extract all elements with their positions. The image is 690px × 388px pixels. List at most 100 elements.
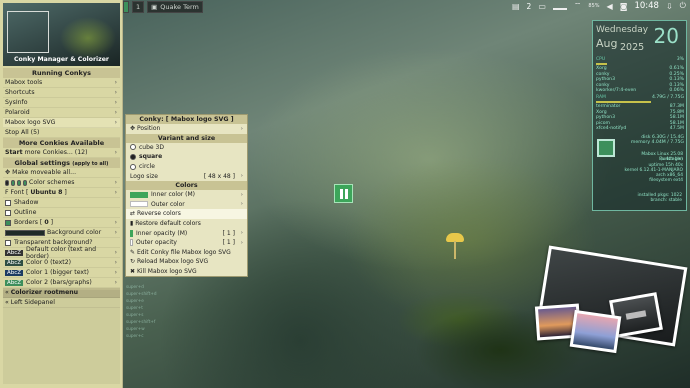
chevron-right-icon: › [114, 99, 117, 106]
variant-cube-3d[interactable]: cube 3D [126, 143, 247, 153]
chevron-right-icon: › [240, 191, 243, 198]
outer-opacity-item[interactable]: Outer opacity [ 1 ] › [126, 238, 247, 248]
panel-banner: Conky Manager & Colorizer [3, 3, 120, 66]
download-icon[interactable]: ⇩ [666, 2, 673, 11]
shortcut-line: super+e [126, 298, 144, 303]
menu-item-polaroid[interactable]: Polaroid › [3, 108, 120, 118]
cpu-label: CPU [596, 57, 606, 62]
panel-menu: Running Conkys Mabox tools › Shortcuts › S… [3, 68, 120, 308]
menu-item-shortcuts[interactable]: Shortcuts › [3, 88, 120, 98]
logo-size-label: Logo size [130, 172, 158, 180]
menu-item-label: Color 0 (text2) [26, 259, 72, 266]
menu-item-mabox-tools[interactable]: Mabox tools › [3, 78, 120, 88]
workspace-indicator[interactable] [123, 1, 129, 13]
sysinfo-line: filesystem ext4 [649, 178, 683, 184]
make-moveable-all[interactable]: ✥ Make moveable all... [3, 168, 120, 178]
font-icon: F [5, 189, 9, 196]
speaker-icon[interactable]: ◀ [607, 2, 613, 11]
conky-footer: installed pkgs: 1022 branch: stable [638, 193, 682, 203]
color-default[interactable]: AbcZ Default color (text and border) › [3, 246, 120, 260]
shortcut-line: super+s [126, 312, 144, 317]
menu-item-label: Inner color (M) [151, 191, 195, 199]
monitor-icon[interactable]: ▭ [538, 2, 546, 11]
wifi-icon[interactable]: ⌔ [574, 1, 582, 11]
borders-label: Borders [ [14, 219, 43, 226]
shortcut-line: super+t [126, 305, 143, 310]
inner-opacity-item[interactable]: Inner opacity (M) [ 1 ] › [126, 228, 247, 238]
global-settings-note: (apply to all) [72, 161, 109, 167]
background-swatch [5, 229, 45, 236]
variant-square[interactable]: square [126, 152, 247, 162]
cpu-value: 3% [676, 57, 684, 62]
conky-sysinfo: Mabox Linux 25.08 (unstable) 8x 4th-gen … [618, 152, 683, 184]
menu-item-label: Reverse colors [136, 210, 181, 218]
color-0[interactable]: AbcZ Color 0 (text2) › [3, 258, 120, 268]
workspace-count[interactable]: 2 [527, 2, 532, 11]
mabox-logo-conky[interactable] [334, 184, 353, 203]
font-setting[interactable]: F Font [ Ubuntu 8 ] › [3, 188, 120, 198]
background-color-setting[interactable]: Background color › [3, 228, 120, 238]
start-more-conkies[interactable]: Start more Conkies... (12) › [3, 148, 120, 158]
menu-item-label: Make moveable all... [12, 169, 77, 176]
color-schemes[interactable]: Color schemes › [3, 178, 120, 188]
power-icon[interactable]: ⏻ [680, 1, 686, 11]
proc-val: 0.06% [669, 87, 684, 93]
checkbox-icon [5, 219, 11, 226]
opacity-icon [130, 239, 133, 247]
color-1[interactable]: AbcZ Color 1 (bigger text) › [3, 268, 120, 278]
inner-color-item[interactable]: Inner color (M) › [126, 190, 247, 200]
chevron-right-icon: › [240, 230, 243, 237]
menu-item-label: Mabox logo SVG [5, 119, 56, 126]
logo-size-item[interactable]: Logo size [ 48 x 48 ] › [126, 171, 247, 181]
proc-name: kworker/7:4-even [596, 87, 637, 93]
menu-item-mabox-logo-svg[interactable]: Mabox logo SVG › [3, 118, 120, 128]
chevron-right-icon: › [240, 125, 243, 132]
borders-bracket: ] [50, 219, 54, 226]
sysinfo-conky: Wednesday Aug 2025 20 CPU 3% Xorg 0.61% co… [592, 20, 687, 211]
shadow-checkbox[interactable]: Shadow [3, 198, 120, 208]
restore-icon: ▮ [130, 220, 134, 228]
outline-checkbox[interactable]: Outline [3, 208, 120, 218]
reverse-colors-item[interactable]: ⇄ Reverse colors [126, 209, 247, 219]
scheme-dot [23, 179, 27, 186]
borders-setting[interactable]: Borders [ 0 ] › [3, 218, 120, 228]
workspace-button[interactable]: 1 [132, 1, 145, 13]
position-item[interactable]: ✥ Position › [126, 124, 247, 134]
kill-item[interactable]: ✖ Kill Mabox logo SVG [126, 267, 247, 277]
quake-term-button[interactable]: ▣ Quake Term [147, 1, 203, 13]
banner-caption: Conky Manager & Colorizer [14, 56, 109, 63]
color-2[interactable]: AbcZ Color 2 (bars/graphs) › [3, 278, 120, 288]
menu-item-label: Position [136, 125, 161, 133]
edit-conky-file-item[interactable]: ✎ Edit Conky file Mabox logo SVG [126, 248, 247, 258]
menu-item-label: Color schemes [29, 179, 75, 186]
variant-circle[interactable]: circle [126, 162, 247, 172]
outer-color-item[interactable]: Outer color › [126, 200, 247, 210]
chevron-right-icon: › [240, 173, 243, 180]
menu-item-label: Kill Mabox logo SVG [136, 268, 197, 276]
camera-icon[interactable]: ◙ [620, 2, 628, 11]
scheme-dot [17, 179, 21, 186]
menu-item-label: Inner opacity (M) [136, 229, 188, 237]
workspace-number: 1 [136, 3, 141, 11]
chevron-right-icon: › [240, 239, 243, 246]
kill-icon: ✖ [130, 268, 136, 276]
start-label: Start [5, 149, 23, 156]
color-tag: AbcZ [5, 259, 24, 266]
menu-item-label: Reload Mabox logo SVG [136, 258, 209, 266]
clock[interactable]: 10:48 [634, 1, 659, 11]
colors-heading: Colors [126, 180, 247, 190]
chevron-right-icon: › [114, 89, 117, 96]
polaroid-photo-lake [569, 309, 622, 354]
shortcut-line: super+shift+f [126, 319, 156, 324]
cpu-mini-bar [552, 8, 567, 10]
tray-icon[interactable]: ▤ [512, 2, 520, 11]
stop-all-button[interactable]: Stop All (5) [3, 128, 120, 138]
submenu-title: Conky: [ Mabox logo SVG ] [126, 115, 247, 124]
menu-item-sysinfo[interactable]: SysInfo › [3, 98, 120, 108]
reload-item[interactable]: ↻ Reload Mabox logo SVG [126, 257, 247, 267]
color-tag: AbcZ [5, 279, 24, 286]
reload-icon: ↻ [130, 258, 136, 266]
shortcut-line: super+w [126, 326, 145, 331]
checkbox-icon [5, 239, 11, 246]
restore-default-colors-item[interactable]: ▮ Restore default colors [126, 219, 247, 229]
